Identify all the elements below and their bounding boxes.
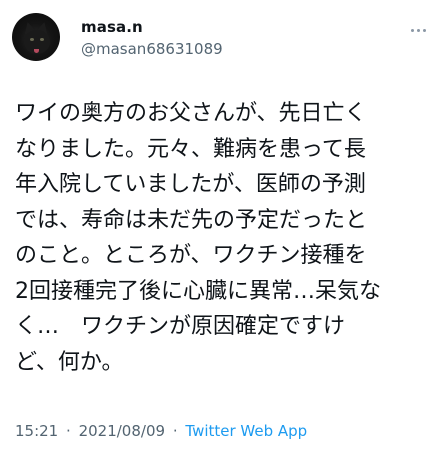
tweet-text-line: のこと。ところが、ワクチン接種を bbox=[15, 243, 367, 268]
tweet-text-line: ど、何か。 bbox=[15, 349, 124, 375]
tweet: masa.n @masan68631089 ワイの奥方のお父さんが、先日亡く な… bbox=[0, 0, 445, 455]
tweet-text-line: 2回接種完了後に心臓に異常…呆気な bbox=[15, 278, 381, 304]
meta-separator: · bbox=[172, 422, 178, 440]
tweet-text-line: ワイの奥方のお父さんが、先日亡く bbox=[15, 101, 367, 126]
tweet-time[interactable]: 15:21 bbox=[15, 422, 58, 440]
cat-eye-right bbox=[40, 38, 44, 41]
display-name[interactable]: masa.n bbox=[81, 18, 143, 36]
tweet-text: ワイの奥方のお父さんが、先日亡く なりました。元々、難病を患って長 年入院してい… bbox=[15, 96, 440, 380]
avatar[interactable] bbox=[12, 13, 60, 61]
more-horizontal-icon bbox=[411, 28, 426, 32]
more-options-button[interactable] bbox=[405, 22, 431, 38]
tweet-metadata: 15:21 · 2021/08/09 · Twitter Web App bbox=[15, 422, 307, 440]
tweet-text-line: 年入院していましたが、医師の予測 bbox=[15, 172, 366, 197]
meta-separator: · bbox=[66, 422, 71, 440]
user-handle[interactable]: @masan68631089 bbox=[81, 40, 223, 58]
cat-eye-left bbox=[30, 38, 34, 41]
tweet-text-line: なりました。元々、難病を患って長 bbox=[15, 136, 366, 162]
tweet-text-line: では、寿命は未だ先の予定だったと bbox=[15, 207, 368, 233]
tweet-source-link[interactable]: Twitter Web App bbox=[185, 422, 307, 440]
tweet-date[interactable]: 2021/08/09 bbox=[79, 422, 165, 440]
tweet-text-line: く… ワクチンが原因確定ですけ bbox=[15, 314, 346, 339]
